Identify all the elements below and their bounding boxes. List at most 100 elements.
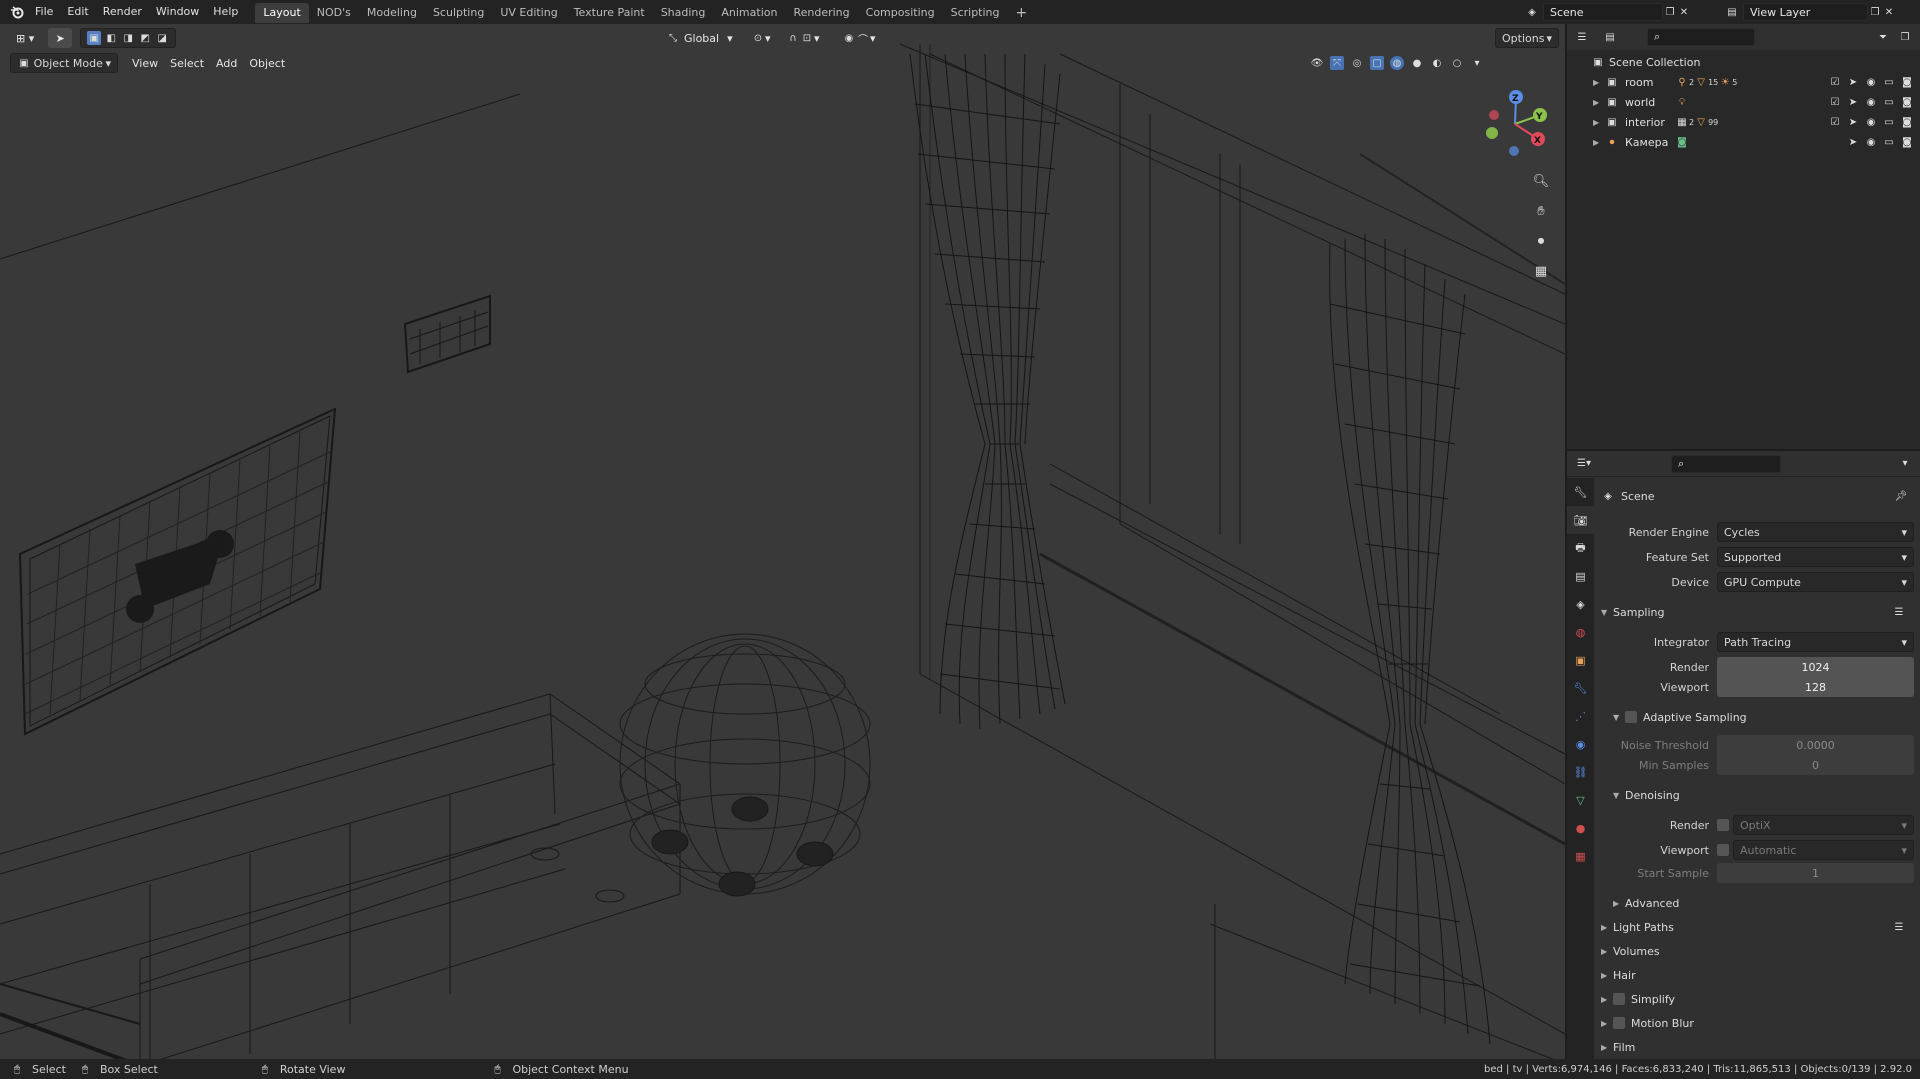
wireframe-shading-icon[interactable]: ◍ <box>1390 56 1404 70</box>
view-layer-tab-icon[interactable]: ▤ <box>1567 562 1594 590</box>
render-tab-icon[interactable]: 📷︎ <box>1567 506 1594 534</box>
transform-orientation-dropdown[interactable]: ⤡ Global ▾ <box>660 28 739 48</box>
collapse-arrow-icon[interactable]: ▼ <box>1601 608 1613 617</box>
display-mode-icon[interactable]: ▤ <box>1603 30 1617 44</box>
denoise-render-dropdown[interactable]: OptiX ▾ <box>1733 815 1914 835</box>
outliner-row-room[interactable]: ▶ ▣ room ⚲ 2 ▽ 15 ☀ 5 ☑ ➤ ◉ ▭ ◙ <box>1567 72 1920 92</box>
modifier-tab-icon[interactable]: 🔧︎ <box>1567 674 1594 702</box>
expand-arrow-icon[interactable]: ▶ <box>1593 78 1605 87</box>
presets-list-icon[interactable]: ☰ <box>1892 605 1906 619</box>
constraints-tab-icon[interactable]: ⛓︎ <box>1567 758 1594 786</box>
render-samples-field[interactable]: 1024 <box>1717 657 1914 677</box>
simplify-checkbox[interactable] <box>1613 993 1625 1005</box>
denoise-viewport-checkbox[interactable] <box>1717 844 1729 856</box>
eye-icon[interactable]: ◉ <box>1864 135 1878 149</box>
simplify-header[interactable]: ▶ Simplify <box>1601 988 1914 1010</box>
noise-threshold-field[interactable]: 0.0000 <box>1717 735 1914 755</box>
tab-texture-paint[interactable]: Texture Paint <box>566 3 653 23</box>
outliner-editor-icon[interactable]: ☰ <box>1575 30 1589 44</box>
tab-modeling[interactable]: Modeling <box>359 3 425 23</box>
render-camera-icon[interactable]: ◙ <box>1900 95 1914 109</box>
expand-arrow-icon[interactable]: ▶ <box>1601 947 1613 956</box>
tab-layout[interactable]: Layout <box>255 3 309 23</box>
object-mode-dropdown[interactable]: ▣ Object Mode ▾ <box>10 53 118 73</box>
expand-arrow-icon[interactable]: ▶ <box>1601 971 1613 980</box>
exclude-checkbox-icon[interactable]: ☑ <box>1828 75 1842 89</box>
pivot-point-dropdown[interactable]: ⊙ ▾ <box>745 28 777 48</box>
expand-arrow-icon[interactable]: ▶ <box>1593 138 1605 147</box>
tab-shading[interactable]: Shading <box>653 3 714 23</box>
exclude-checkbox-icon[interactable]: ☑ <box>1828 95 1842 109</box>
denoising-header[interactable]: ▼ Denoising <box>1613 784 1920 806</box>
scene-selector[interactable]: ◈ Scene ❐ ✕ <box>1525 2 1691 22</box>
properties-editor-icon[interactable]: ☰▾ <box>1577 457 1591 471</box>
data-tab-icon[interactable]: ▽ <box>1567 786 1594 814</box>
menu-select[interactable]: Select <box>164 53 210 73</box>
denoise-viewport-dropdown[interactable]: Automatic ▾ <box>1733 840 1914 860</box>
monitor-icon[interactable]: ▭ <box>1882 75 1896 89</box>
sampling-panel-header[interactable]: ▼ Sampling ☰ <box>1601 601 1914 623</box>
rendered-shading-icon[interactable]: ○ <box>1450 56 1464 70</box>
motion-blur-header[interactable]: ▶ Motion Blur <box>1601 1012 1914 1034</box>
collapse-arrow-icon[interactable]: ▼ <box>1613 791 1625 800</box>
blender-logo-icon[interactable] <box>6 0 28 24</box>
render-camera-icon[interactable]: ◙ <box>1900 115 1914 129</box>
close-scene-icon[interactable]: ✕ <box>1677 5 1691 19</box>
outliner-search-input[interactable]: ⌕ <box>1647 28 1755 46</box>
tab-nods[interactable]: NOD's <box>309 3 359 23</box>
new-collection-icon[interactable]: ❐ <box>1898 30 1912 44</box>
selection-mode-group[interactable]: ▣ ◧ ◨ ◩ ◪ <box>80 28 177 48</box>
eye-icon[interactable]: ◉ <box>1864 115 1878 129</box>
min-samples-field[interactable]: 0 <box>1717 755 1914 775</box>
material-tab-icon[interactable]: ● <box>1567 814 1594 842</box>
expand-arrow-icon[interactable]: ▶ <box>1601 1043 1613 1052</box>
object-tab-icon[interactable]: ▣ <box>1567 646 1594 674</box>
3d-viewport[interactable]: ⊞ ▾ ➤ ▣ ◧ ◨ ◩ ◪ ⤡ Global ▾ ⊙ ▾ ∩ ⊡ ▾ ◉ ⌒ ▾ Opt… <box>0 24 1565 1066</box>
hair-header[interactable]: ▶ Hair <box>1601 964 1914 986</box>
shading-options-icon[interactable]: ▾ <box>1470 56 1484 70</box>
expand-arrow-icon[interactable]: ▶ <box>1613 899 1625 908</box>
expand-arrow-icon[interactable]: ▶ <box>1601 995 1613 1004</box>
menu-help[interactable]: Help <box>206 0 245 24</box>
visibility-filter-icon[interactable]: 👁 <box>1310 56 1324 70</box>
add-workspace-button[interactable]: + <box>1008 3 1036 23</box>
gizmo-toggle-icon[interactable]: ⤧ <box>1330 56 1344 70</box>
expand-arrow-icon[interactable]: ▶ <box>1601 923 1613 932</box>
selectable-arrow-icon[interactable]: ➤ <box>1846 135 1860 149</box>
properties-search-input[interactable]: ⌕ <box>1671 454 1781 473</box>
tab-sculpting[interactable]: Sculpting <box>425 3 492 23</box>
eye-icon[interactable]: ◉ <box>1864 95 1878 109</box>
outliner-row-world[interactable]: ▶ ▣ world 💡︎ ☑ ➤ ◉ ▭ ◙ <box>1567 92 1920 112</box>
output-tab-icon[interactable]: 🖶 <box>1567 534 1594 562</box>
integrator-dropdown[interactable]: Path Tracing ▾ <box>1717 632 1914 652</box>
tool-tab-icon[interactable]: 🔧︎ <box>1567 478 1594 506</box>
pin-icon[interactable]: 📌︎ <box>1894 489 1908 503</box>
outliner-row-interior[interactable]: ▶ ▣ interior ▦ 2 ▽ 99 ☑ ➤ ◉ ▭ ◙ <box>1567 112 1920 132</box>
monitor-icon[interactable]: ▭ <box>1882 135 1896 149</box>
proportional-edit-toggle[interactable]: ◉ ⌒ ▾ <box>836 28 882 48</box>
tab-uv-editing[interactable]: UV Editing <box>492 3 565 23</box>
adaptive-sampling-checkbox[interactable] <box>1625 711 1637 723</box>
motion-blur-checkbox[interactable] <box>1613 1017 1625 1029</box>
eye-icon[interactable]: ◉ <box>1864 75 1878 89</box>
select-subtract-icon[interactable]: ◨ <box>121 31 135 45</box>
viewport-samples-field[interactable]: 128 <box>1717 677 1914 697</box>
material-shading-icon[interactable]: ◐ <box>1430 56 1444 70</box>
menu-edit[interactable]: Edit <box>60 0 95 24</box>
menu-add[interactable]: Add <box>210 53 243 73</box>
copy-layer-icon[interactable]: ❐ <box>1868 5 1882 19</box>
tab-compositing[interactable]: Compositing <box>858 3 943 23</box>
navigation-gizmo[interactable]: Z Y X <box>1480 89 1550 159</box>
scene-name-field[interactable]: Scene <box>1543 3 1663 21</box>
render-camera-icon[interactable]: ◙ <box>1900 75 1914 89</box>
scene-tab-icon[interactable]: ◈ <box>1567 590 1594 618</box>
options-dropdown[interactable]: Options ▾ <box>1495 28 1559 48</box>
outliner-row-camera[interactable]: ▶ ⏺ Камера ◙ ➤ ◉ ▭ ◙ <box>1567 132 1920 152</box>
world-tab-icon[interactable]: ◍ <box>1567 618 1594 646</box>
menu-object[interactable]: Object <box>243 53 291 73</box>
selectable-arrow-icon[interactable]: ➤ <box>1846 115 1860 129</box>
filter-icon[interactable]: ⏷ <box>1876 30 1890 44</box>
overlay-toggle-icon[interactable]: ◎ <box>1350 56 1364 70</box>
zoom-icon[interactable]: 🔍︎ <box>1532 172 1550 190</box>
solid-shading-icon[interactable]: ● <box>1410 56 1424 70</box>
